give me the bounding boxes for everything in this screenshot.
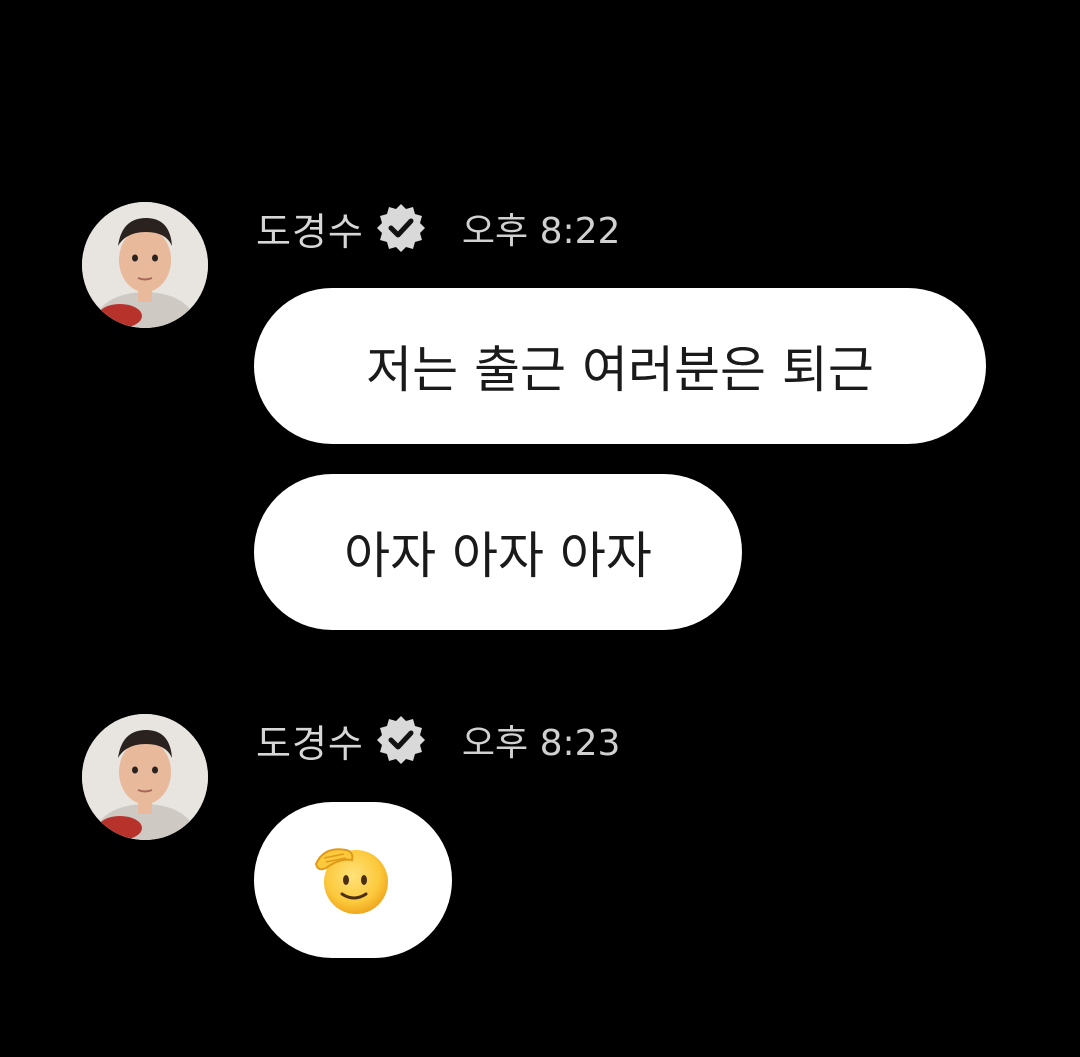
timestamp: 오후 8:22 xyxy=(461,211,621,252)
chat-thread: 도경수 오후 8:22 저는 출근 여러분은 퇴근 아자 아자 아자 도경수 오… xyxy=(0,0,1080,1057)
sender-name[interactable]: 도경수 xyxy=(256,713,364,768)
avatar[interactable] xyxy=(82,202,208,328)
message-text: 아자 아자 아자 xyxy=(344,527,652,585)
emoji-message-bubble[interactable] xyxy=(254,802,452,958)
avatar[interactable] xyxy=(82,714,208,840)
avatar-image xyxy=(82,202,208,328)
message-bubble[interactable]: 아자 아자 아자 xyxy=(254,474,742,630)
avatar-image xyxy=(82,714,208,840)
saluting-face-emoji-icon xyxy=(314,848,388,914)
message-bubble[interactable]: 저는 출근 여러분은 퇴근 xyxy=(254,288,986,444)
timestamp: 오후 8:23 xyxy=(461,723,621,764)
sender-name[interactable]: 도경수 xyxy=(256,201,364,256)
message-header: 도경수 오후 8:23 xyxy=(256,712,620,768)
verified-badge-icon xyxy=(376,716,425,764)
message-header: 도경수 오후 8:22 xyxy=(256,200,620,256)
verified-badge-icon xyxy=(376,204,425,252)
message-text: 저는 출근 여러분은 퇴근 xyxy=(366,341,874,399)
